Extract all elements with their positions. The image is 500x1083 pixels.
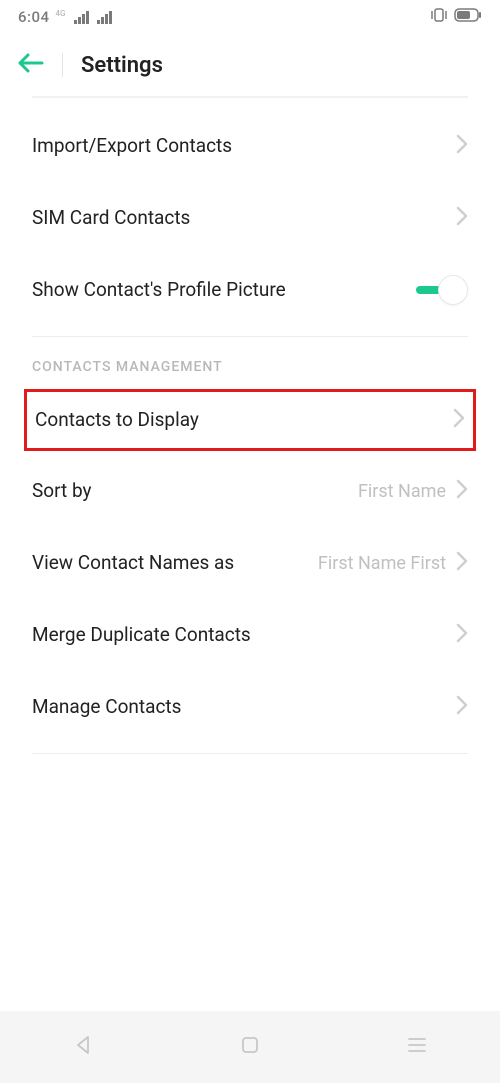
chevron-right-icon — [453, 408, 465, 432]
signal-2-icon — [97, 11, 112, 24]
row-value: First Name First — [318, 553, 446, 574]
network-type-icon: 4G — [56, 8, 66, 18]
row-sim-contacts[interactable]: SIM Card Contacts — [32, 182, 468, 254]
signal-1-icon — [74, 11, 89, 24]
toggle-profile-picture[interactable] — [416, 275, 468, 305]
row-profile-picture[interactable]: Show Contact's Profile Picture — [32, 254, 468, 326]
divider — [32, 336, 468, 337]
row-import-export[interactable]: Import/Export Contacts — [32, 110, 468, 182]
chevron-right-icon — [456, 623, 468, 647]
row-sort-by[interactable]: Sort by First Name — [32, 455, 468, 527]
section-header-management: CONTACTS MANAGEMENT — [0, 359, 500, 385]
nav-recent-icon[interactable] — [406, 1034, 428, 1060]
chevron-right-icon — [456, 479, 468, 503]
row-label: View Contact Names as — [32, 551, 234, 576]
app-header: Settings — [0, 32, 500, 96]
status-bar: 6:04 4G — [0, 0, 500, 32]
divider — [32, 753, 468, 754]
row-label: SIM Card Contacts — [32, 206, 190, 231]
chevron-right-icon — [456, 551, 468, 575]
chevron-right-icon — [456, 134, 468, 158]
nav-home-icon[interactable] — [239, 1034, 261, 1060]
chevron-right-icon — [456, 695, 468, 719]
row-label: Sort by — [32, 479, 92, 504]
row-label: Import/Export Contacts — [32, 134, 232, 159]
chevron-right-icon — [456, 206, 468, 230]
row-contacts-to-display[interactable]: Contacts to Display — [27, 392, 473, 448]
row-manage-contacts[interactable]: Manage Contacts — [32, 671, 468, 743]
row-view-names-as[interactable]: View Contact Names as First Name First — [32, 527, 468, 599]
back-icon[interactable] — [18, 52, 44, 78]
nav-back-icon[interactable] — [72, 1034, 94, 1060]
header-divider — [62, 53, 63, 77]
navigation-bar — [0, 1011, 500, 1083]
row-label: Merge Duplicate Contacts — [32, 623, 251, 648]
row-label: Contacts to Display — [35, 408, 199, 433]
battery-icon — [454, 8, 482, 26]
row-value: First Name — [358, 481, 446, 502]
divider — [32, 96, 468, 98]
page-title: Settings — [81, 53, 163, 78]
vibrate-icon — [430, 8, 448, 26]
row-label: Manage Contacts — [32, 695, 181, 720]
highlight-contacts-to-display: Contacts to Display — [24, 389, 476, 451]
row-merge-duplicates[interactable]: Merge Duplicate Contacts — [32, 599, 468, 671]
status-time: 6:04 — [18, 8, 50, 26]
row-label: Show Contact's Profile Picture — [32, 278, 286, 303]
